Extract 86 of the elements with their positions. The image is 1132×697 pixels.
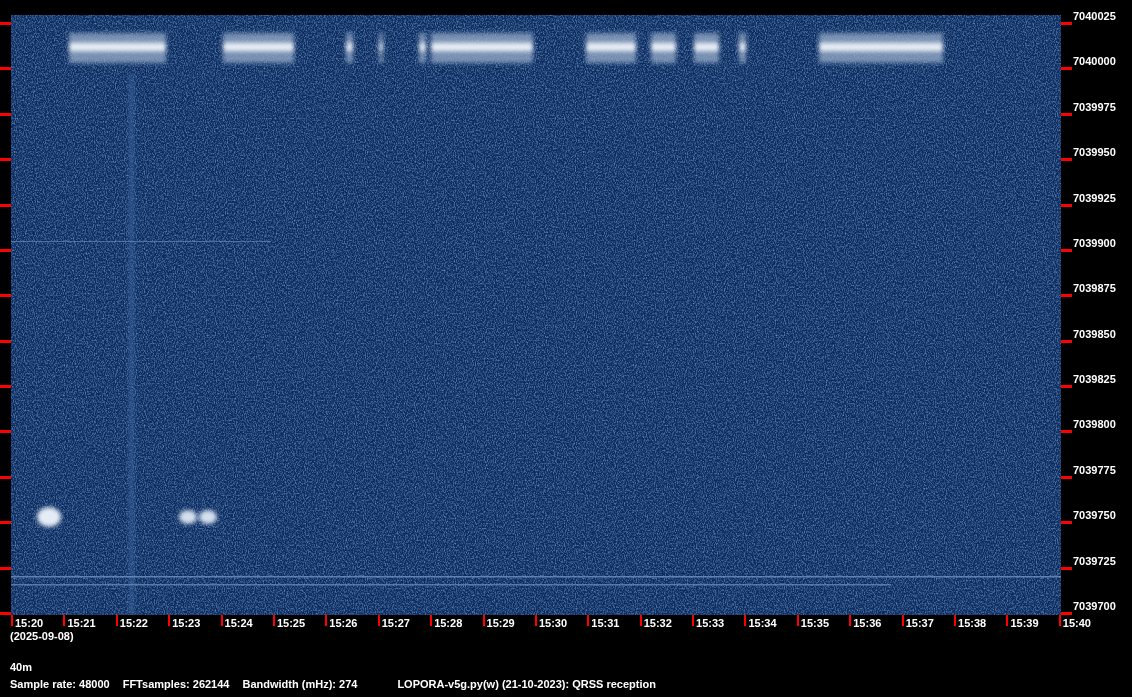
axis-tick	[954, 615, 957, 626]
axis-tick	[587, 615, 590, 626]
axis-tick	[0, 67, 11, 71]
frequency-label: 7039700	[1073, 598, 1116, 613]
frequency-label: 7039900	[1073, 235, 1116, 250]
info-text: LOPORA-v5g.py(w) (21-10-2023): QRSS reception	[397, 678, 656, 691]
time-label: 15:23	[171, 616, 201, 630]
time-label: 15:28	[433, 616, 463, 630]
axis-tick	[63, 615, 66, 626]
frequency-label: 7039725	[1073, 553, 1116, 568]
axis-tick	[430, 615, 433, 626]
axis-tick	[0, 158, 11, 162]
time-label: 15:34	[747, 616, 777, 630]
axis-tick	[1061, 112, 1072, 116]
axis-tick	[0, 22, 11, 25]
time-label: 15:26	[328, 616, 358, 630]
frequency-label: 7039925	[1073, 190, 1116, 205]
axis-tick	[1061, 294, 1072, 298]
frequency-label: 7039825	[1073, 372, 1116, 386]
time-label: 15:20	[14, 616, 44, 630]
axis-tick	[377, 615, 380, 626]
frequency-label: 7039775	[1073, 462, 1116, 477]
axis-tick	[0, 566, 11, 570]
time-label: 15:31	[590, 616, 620, 630]
axis-tick	[0, 385, 11, 388]
axis-tick	[325, 615, 328, 626]
axis-tick	[1061, 22, 1072, 25]
axis-tick	[1061, 203, 1072, 207]
axis-tick	[1061, 521, 1072, 525]
time-label: 15:39	[1009, 616, 1039, 630]
time-label: 15:37	[904, 616, 934, 630]
time-label: 15:38	[957, 616, 987, 630]
date-label: (2025-09-08)	[10, 630, 74, 642]
time-label: 15:35	[799, 616, 829, 630]
axis-tick	[0, 521, 11, 525]
axis-tick	[220, 615, 223, 626]
frequency-label: 7039800	[1073, 417, 1116, 432]
info-text: Bandwidth (mHz): 274	[242, 678, 358, 691]
axis-tick	[744, 615, 747, 626]
axis-tick	[482, 615, 485, 626]
axis-tick	[0, 248, 11, 252]
band-label: 40m	[10, 661, 33, 673]
axis-tick	[168, 615, 171, 626]
axis-tick	[0, 475, 11, 479]
info-text: Sample rate: 48000	[10, 678, 110, 691]
time-label: 15:29	[485, 616, 515, 630]
axis-tick	[1006, 615, 1009, 626]
frequency-label: 7039975	[1073, 99, 1116, 114]
axis-tick	[849, 615, 852, 626]
axis-tick	[901, 615, 904, 626]
axis-tick	[639, 615, 642, 626]
axis-tick	[0, 339, 11, 343]
time-label: 15:25	[275, 616, 306, 630]
time-label: 15:21	[66, 616, 96, 630]
axis-tick	[1061, 248, 1072, 252]
axis-tick	[1061, 385, 1072, 388]
info-text: FFTsamples: 262144	[122, 678, 230, 691]
axis-tick	[1061, 339, 1072, 343]
frequency-label: 7039750	[1073, 508, 1116, 523]
axis-tick	[1061, 67, 1072, 71]
axis-tick	[692, 615, 695, 626]
frequency-label: 7039875	[1073, 281, 1116, 296]
time-label: 15:40	[1061, 616, 1091, 630]
frequency-label: 7040025	[1073, 9, 1116, 23]
frequency-label: 7039950	[1073, 145, 1116, 160]
axis-tick	[1061, 566, 1072, 570]
time-label: 15:30	[537, 616, 568, 630]
time-label: 15:22	[118, 616, 148, 630]
axis-tick	[0, 430, 11, 434]
axis-tick	[1061, 475, 1072, 479]
axis-tick	[534, 615, 537, 626]
time-label: 15:32	[642, 616, 672, 630]
axis-tick	[796, 615, 799, 626]
axis-tick	[0, 294, 11, 298]
time-label: 15:33	[695, 616, 725, 630]
axis-tick	[272, 615, 275, 626]
axis-tick	[0, 112, 11, 116]
time-label: 15:27	[380, 616, 410, 630]
frequency-label: 7039850	[1073, 326, 1116, 341]
time-label: 15:36	[852, 616, 882, 630]
axis-tick	[115, 615, 118, 626]
axis-tick	[1061, 430, 1072, 434]
axis-tick	[1061, 158, 1072, 162]
time-label: 15:24	[223, 616, 253, 630]
frequency-label: 7040000	[1073, 54, 1116, 69]
axis-tick	[0, 203, 11, 207]
